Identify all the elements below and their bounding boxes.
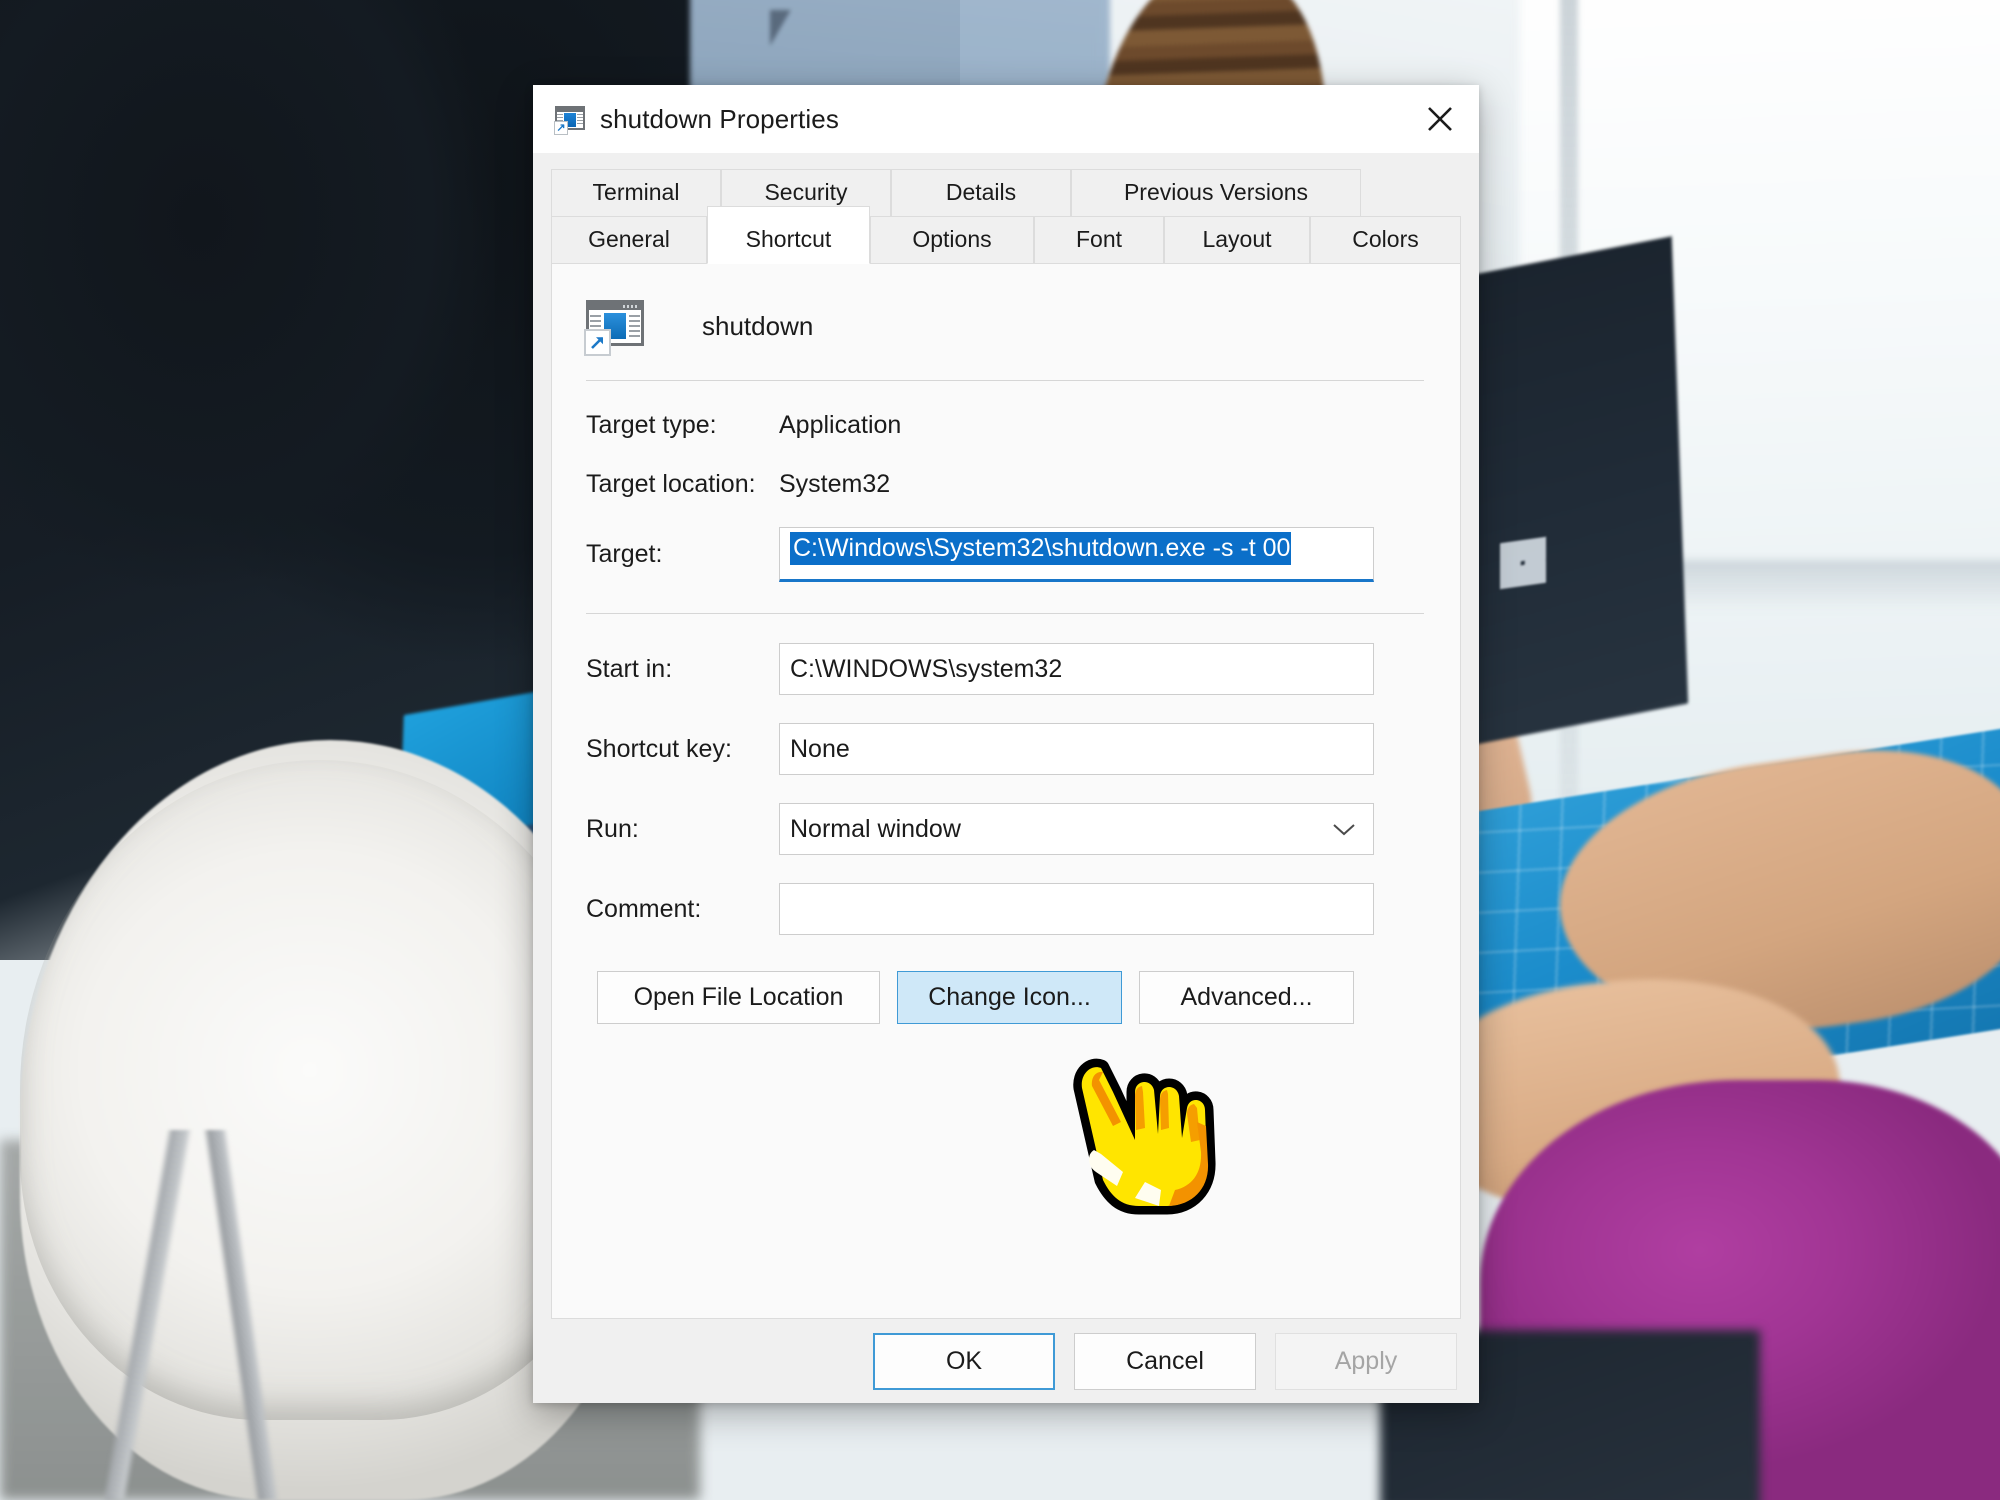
tab-font-label: Font bbox=[1075, 226, 1123, 252]
comment-row: Comment: bbox=[552, 883, 1460, 935]
target-location-row: Target location: System32 bbox=[552, 470, 1460, 499]
shortcut-name: shutdown bbox=[702, 310, 814, 341]
cancel-label: Cancel bbox=[1126, 1346, 1204, 1375]
tab-previous-versions-label: Previous Versions bbox=[1123, 179, 1309, 205]
shortcut-app-icon bbox=[584, 300, 644, 356]
target-type-value: Application bbox=[779, 411, 902, 439]
tab-terminal[interactable]: Terminal bbox=[551, 169, 721, 216]
change-icon-label: Change Icon... bbox=[928, 983, 1091, 1011]
shortcut-key-value: None bbox=[790, 734, 850, 763]
target-divider bbox=[586, 613, 1424, 614]
ok-label: OK bbox=[945, 1346, 983, 1375]
tab-colors[interactable]: Colors bbox=[1310, 216, 1461, 264]
target-row: Target: C:\Windows\System32\shutdown.exe… bbox=[552, 527, 1460, 582]
target-location-label: Target location: bbox=[586, 470, 756, 498]
tab-colors-label: Colors bbox=[1352, 226, 1419, 252]
tab-layout-label: Layout bbox=[1202, 226, 1272, 252]
advanced-button[interactable]: Advanced... bbox=[1139, 971, 1354, 1024]
bg-table-legs bbox=[30, 1130, 290, 1500]
tab-terminal-label: Terminal bbox=[592, 179, 680, 205]
cancel-button[interactable]: Cancel bbox=[1074, 1332, 1256, 1390]
shortcut-arrow-icon bbox=[584, 329, 611, 356]
tab-layout[interactable]: Layout bbox=[1164, 216, 1310, 264]
tab-shortcut[interactable]: Shortcut bbox=[707, 206, 870, 264]
tab-security-label: Security bbox=[764, 179, 848, 205]
window-title: shutdown Properties bbox=[600, 103, 839, 134]
start-in-value: C:\WINDOWS\system32 bbox=[790, 654, 1063, 683]
open-file-location-label: Open File Location bbox=[633, 983, 844, 1011]
change-icon-button[interactable]: Change Icon... bbox=[897, 971, 1122, 1024]
shortcut-key-input[interactable]: None bbox=[779, 723, 1374, 775]
shutdown-properties-dialog: ↗ shutdown Properties Terminal Security … bbox=[533, 85, 1479, 1403]
open-file-location-button[interactable]: Open File Location bbox=[597, 971, 880, 1024]
tab-general-label: General bbox=[588, 226, 670, 252]
tab-details[interactable]: Details bbox=[891, 169, 1071, 216]
target-input-value: C:\Windows\System32\shutdown.exe -s -t 0… bbox=[790, 532, 1292, 565]
tab-options-label: Options bbox=[912, 226, 992, 252]
run-value: Normal window bbox=[790, 814, 961, 843]
apply-button: Apply bbox=[1275, 1332, 1457, 1390]
start-in-label: Start in: bbox=[586, 654, 673, 683]
target-type-row: Target type: Application bbox=[552, 411, 1460, 440]
chevron-down-icon bbox=[1331, 815, 1357, 844]
ok-button[interactable]: OK bbox=[873, 1332, 1055, 1390]
title-bar: ↗ shutdown Properties bbox=[533, 85, 1479, 153]
start-in-input[interactable]: C:\WINDOWS\system32 bbox=[779, 643, 1374, 695]
shortcut-tab-panel: shutdown Target type: Application Target… bbox=[551, 264, 1461, 1319]
run-row: Run: Normal window bbox=[552, 803, 1460, 855]
shortcut-key-label: Shortcut key: bbox=[586, 734, 732, 763]
tab-row-lower: General Shortcut Options Font Layout Col… bbox=[551, 206, 1461, 264]
target-location-value: System32 bbox=[779, 470, 891, 498]
target-label: Target: bbox=[586, 540, 663, 568]
target-input[interactable]: C:\Windows\System32\shutdown.exe -s -t 0… bbox=[779, 527, 1374, 582]
tab-row-upper: Terminal Security Details Previous Versi… bbox=[551, 169, 1461, 216]
advanced-label: Advanced... bbox=[1180, 983, 1313, 1011]
bg-laptop-logo bbox=[1500, 536, 1546, 590]
close-icon[interactable] bbox=[1401, 85, 1479, 153]
tab-options[interactable]: Options bbox=[870, 216, 1034, 264]
tab-general[interactable]: General bbox=[551, 216, 707, 264]
tab-font[interactable]: Font bbox=[1034, 216, 1164, 264]
tab-strip: Terminal Security Details Previous Versi… bbox=[533, 153, 1479, 264]
shortcut-header: shutdown bbox=[552, 264, 1460, 356]
header-divider bbox=[586, 380, 1424, 381]
tab-details-label: Details bbox=[945, 179, 1017, 205]
tab-shortcut-label: Shortcut bbox=[745, 226, 832, 252]
apply-label: Apply bbox=[1334, 1346, 1398, 1375]
dialog-footer: OK Cancel Apply bbox=[533, 1319, 1479, 1403]
target-type-label: Target type: bbox=[586, 411, 717, 439]
run-select[interactable]: Normal window bbox=[779, 803, 1374, 855]
shortcut-app-icon: ↗ bbox=[554, 106, 585, 135]
start-in-row: Start in: C:\WINDOWS\system32 bbox=[552, 643, 1460, 695]
shortcut-key-row: Shortcut key: None bbox=[552, 723, 1460, 775]
action-button-row: Open File Location Change Icon... Advanc… bbox=[552, 971, 1460, 1024]
run-label: Run: bbox=[586, 814, 639, 843]
tab-previous-versions[interactable]: Previous Versions bbox=[1071, 169, 1361, 216]
comment-input[interactable] bbox=[779, 883, 1374, 935]
comment-label: Comment: bbox=[586, 894, 702, 923]
